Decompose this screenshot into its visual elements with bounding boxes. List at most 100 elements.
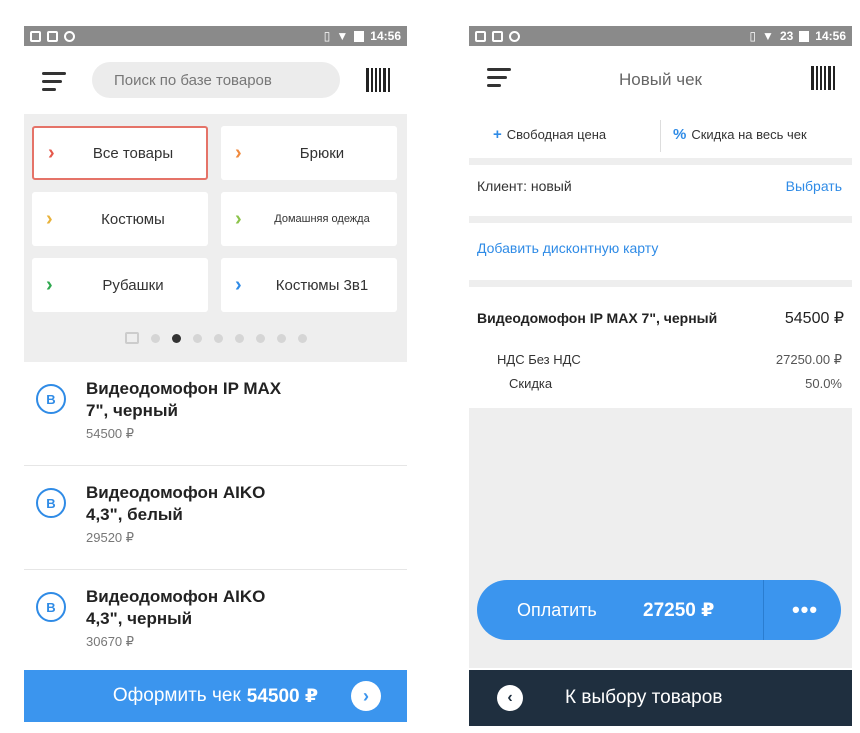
category-suits-3in1[interactable]: › Костюмы 3в1 — [221, 258, 397, 312]
category-grid: › Все товары › Брюки › Костюмы › Домашня… — [24, 114, 407, 362]
category-homewear[interactable]: › Домашняя одежда — [221, 192, 397, 246]
chevron-right-icon: › — [46, 207, 53, 230]
vibrate-icon: ▯ — [323, 29, 331, 43]
status-bar: ▯ ▼ 14:56 — [24, 26, 407, 46]
chevron-right-icon: › — [48, 141, 55, 164]
product-badge: B — [36, 384, 66, 414]
phone-screen-receipt: ▯ ▼ 23 14:56 Новый чек + Свободная цена %… — [469, 26, 852, 726]
product-price: 30670 ₽ — [86, 634, 135, 649]
divider — [660, 120, 661, 152]
select-client-link[interactable]: Выбрать — [786, 178, 842, 194]
page-dot-active[interactable] — [171, 333, 181, 343]
product-name: Видеодомофон IP MAX 7", черный — [86, 379, 282, 420]
product-name: Видеодомофон AIKO 4,3", белый — [86, 483, 266, 524]
top-bar: Новый чек — [469, 46, 852, 116]
chevron-right-icon: › — [235, 141, 242, 164]
image-icon — [492, 30, 503, 42]
top-bar: Поиск по базе товаров — [24, 46, 407, 124]
pay-label: Оплатить — [517, 599, 597, 620]
status-time: 14:56 — [815, 29, 846, 43]
percent-icon: % — [673, 126, 687, 143]
discount-all-label: Скидка на весь чек — [691, 127, 807, 142]
product-list-item[interactable]: B Видеодомофон AIKO 4,3", белый 29520 ₽ — [24, 466, 407, 570]
image-icon — [47, 30, 58, 42]
category-shirts[interactable]: › Рубашки — [32, 258, 208, 312]
page-dot[interactable] — [234, 333, 244, 343]
discount-label: Скидка — [509, 376, 553, 391]
more-options-icon[interactable]: ••• — [777, 597, 833, 623]
product-list-item[interactable]: B Видеодомофон AIKO 4,3", черный 30670 ₽ — [24, 570, 407, 674]
category-label: Все товары — [92, 144, 174, 162]
free-price-label: Свободная цена — [506, 127, 607, 142]
phone-screen-catalog: ▯ ▼ 14:56 Поиск по базе товаров › Все то… — [24, 26, 407, 726]
pay-amount: 27250 ₽ — [643, 599, 715, 621]
chevron-right-icon: › — [235, 273, 242, 296]
category-label: Костюмы 3в1 — [275, 276, 369, 294]
wifi-icon: ▼ — [336, 29, 349, 43]
notification-icon — [30, 30, 41, 42]
page-dot[interactable] — [297, 333, 307, 343]
category-all-products[interactable]: › Все товары — [32, 126, 208, 180]
battery-icon — [354, 30, 365, 42]
vat-label: НДС Без НДС — [497, 352, 581, 367]
checkout-button[interactable]: Оформить чек 54500 ₽ › — [24, 670, 407, 722]
barcode-scan-icon[interactable] — [366, 68, 390, 92]
receipt-actions: + Свободная цена % Скидка на весь чек — [469, 118, 852, 154]
receipt-item-name: Видеодомофон IP MAX 7", черный — [477, 310, 718, 326]
barcode-scan-icon[interactable] — [811, 66, 835, 90]
status-bar: ▯ ▼ 23 14:56 — [469, 26, 852, 46]
vat-value: 27250.00 ₽ — [775, 352, 842, 367]
page-dot[interactable] — [192, 333, 202, 343]
vat-row: НДС Без НДС 27250.00 ₽ — [497, 352, 842, 367]
page-dot[interactable] — [213, 333, 223, 343]
category-label: Брюки — [299, 144, 345, 162]
battery-level: 23 — [779, 29, 794, 43]
battery-icon — [799, 30, 810, 42]
back-label: К выбору товаров — [565, 687, 723, 708]
sync-icon — [64, 30, 75, 42]
free-price-button[interactable]: + Свободная цена — [493, 126, 606, 143]
sync-icon — [509, 30, 520, 42]
checkout-label: Оформить чек — [112, 685, 241, 706]
checkout-amount: 54500 ₽ — [246, 685, 319, 707]
category-pants[interactable]: › Брюки — [221, 126, 397, 180]
plus-icon: + — [493, 126, 502, 143]
chevron-right-icon: › — [351, 681, 381, 711]
add-discount-card-link[interactable]: Добавить дисконтную карту — [477, 240, 658, 256]
category-label: Рубашки — [102, 276, 164, 294]
divider — [469, 158, 852, 165]
divider — [469, 216, 852, 223]
category-label: Домашняя одежда — [274, 213, 370, 225]
wifi-icon: ▼ — [762, 29, 774, 43]
product-price: 54500 ₽ — [86, 426, 135, 441]
camera-icon[interactable] — [124, 332, 139, 344]
page-dot[interactable] — [255, 333, 265, 343]
vibrate-icon: ▯ — [749, 29, 757, 43]
pay-button[interactable]: Оплатить 27250 ₽ ••• — [477, 580, 841, 640]
discount-all-button[interactable]: % Скидка на весь чек — [673, 126, 807, 143]
chevron-left-icon: ‹ — [497, 685, 523, 711]
product-badge: B — [36, 592, 66, 622]
page-indicator[interactable] — [24, 332, 407, 344]
page-dot[interactable] — [276, 333, 286, 343]
client-label: Клиент: новый — [477, 178, 572, 194]
back-to-products-button[interactable]: ‹ К выбору товаров — [469, 670, 852, 726]
discount-row: Скидка 50.0% — [509, 376, 842, 391]
category-suits[interactable]: › Костюмы — [32, 192, 208, 246]
receipt-item-price: 54500 ₽ — [784, 310, 844, 327]
product-list-item[interactable]: B Видеодомофон IP MAX 7", черный 54500 ₽ — [24, 362, 407, 466]
product-badge: B — [36, 488, 66, 518]
status-time: 14:56 — [370, 29, 401, 43]
chevron-right-icon: › — [235, 207, 242, 230]
product-price: 29520 ₽ — [86, 530, 135, 545]
page-dot[interactable] — [150, 333, 160, 343]
notification-icon — [475, 30, 486, 42]
category-label: Костюмы — [101, 210, 165, 228]
search-input[interactable]: Поиск по базе товаров — [92, 62, 340, 98]
menu-icon[interactable] — [42, 72, 66, 92]
chevron-right-icon: › — [46, 273, 53, 296]
product-name: Видеодомофон AIKO 4,3", черный — [86, 587, 266, 628]
divider — [763, 580, 764, 640]
divider — [469, 280, 852, 287]
receipt-item[interactable]: Видеодомофон IP MAX 7", черный 54500 ₽ — [477, 310, 844, 327]
